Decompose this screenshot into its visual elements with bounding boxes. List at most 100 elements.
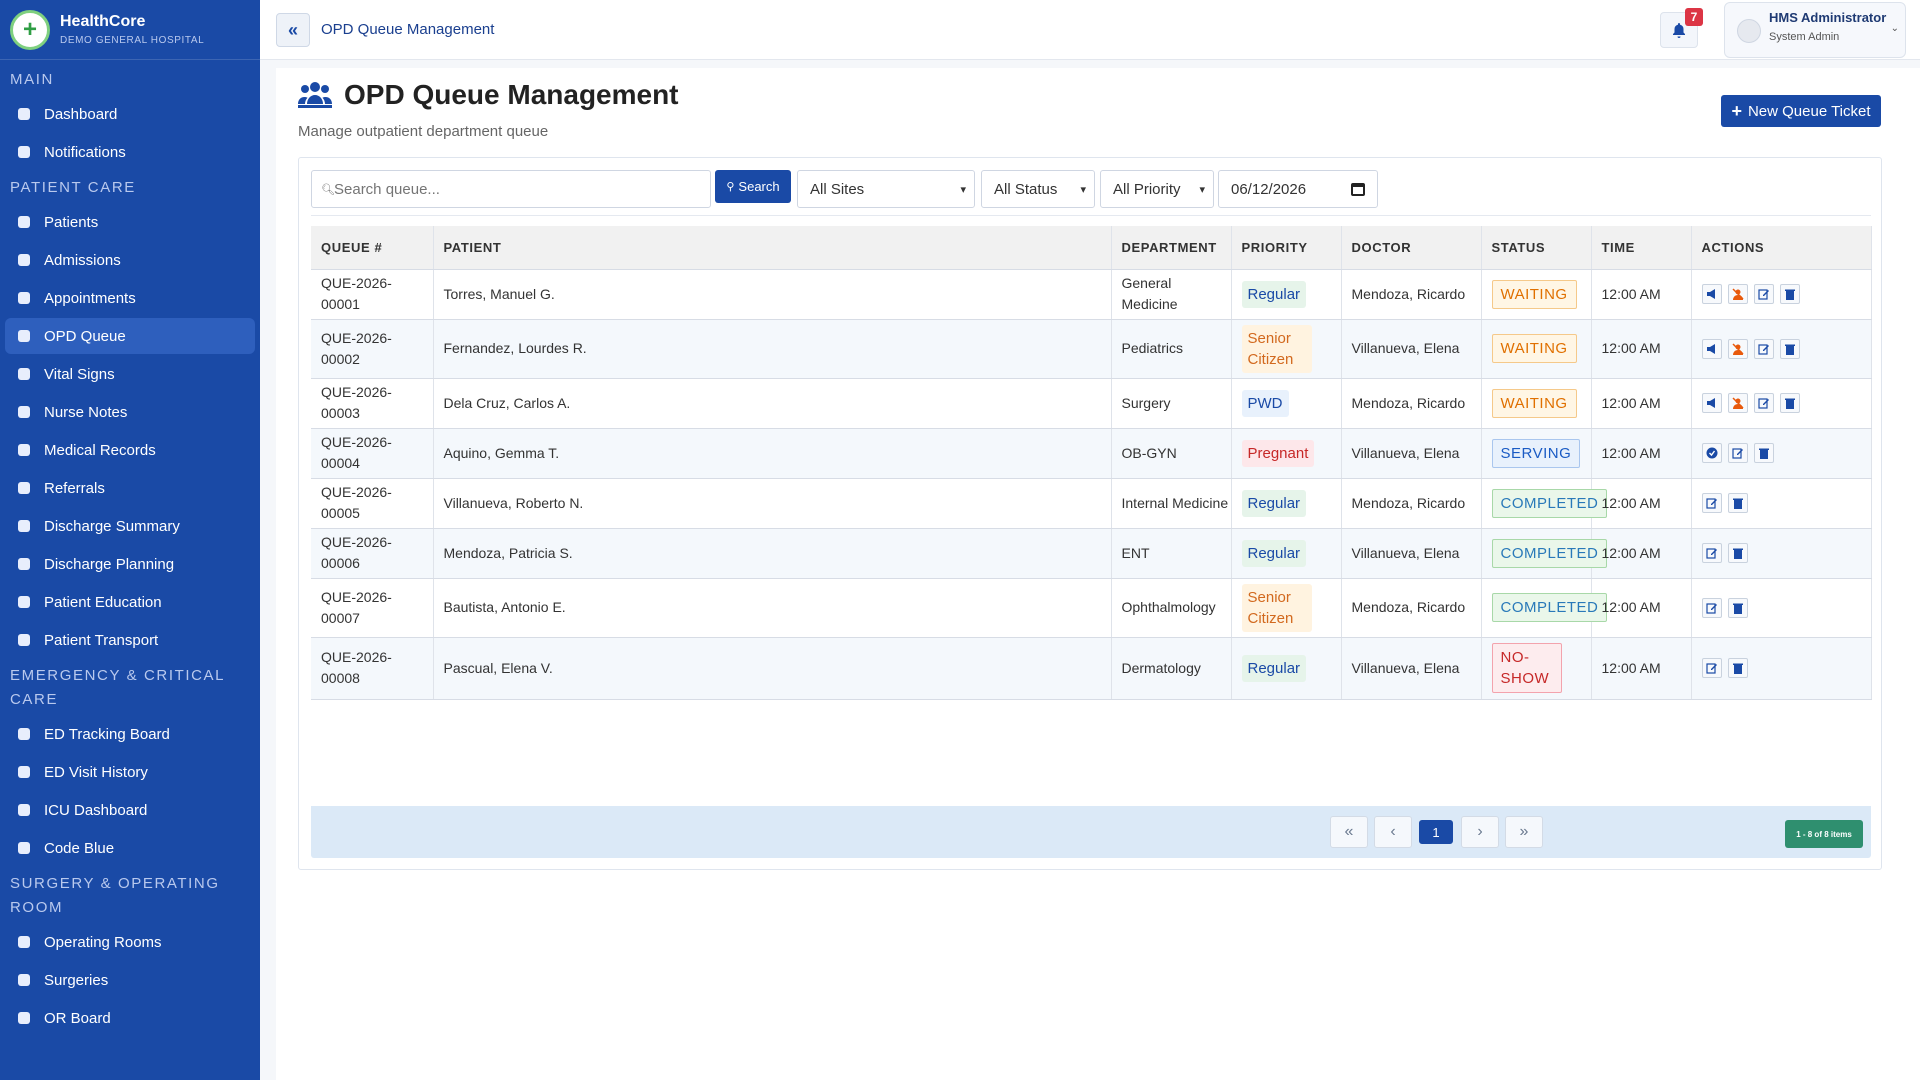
megaphone-icon	[1706, 343, 1715, 354]
sidebar-item-notifications[interactable]: Notifications	[5, 134, 255, 170]
patient-name-cell[interactable]: Aquino, Gemma T.	[433, 428, 1112, 479]
delete-button[interactable]	[1779, 284, 1800, 304]
sidebar-item-surgeries[interactable]: Surgeries	[5, 962, 255, 998]
delete-button[interactable]	[1727, 493, 1748, 513]
brand[interactable]: + HealthCore DEMO GENERAL HOSPITAL	[0, 0, 260, 60]
sidebar-item-referrals[interactable]: Referrals	[5, 470, 255, 506]
edit-button[interactable]	[1701, 658, 1722, 678]
patient-name-cell[interactable]: Mendoza, Patricia S.	[433, 528, 1112, 579]
column-header[interactable]: PATIENT	[433, 226, 1112, 270]
sidebar-item-vital-signs[interactable]: Vital Signs	[5, 356, 255, 392]
delete-button[interactable]	[1727, 543, 1748, 563]
column-header[interactable]: ACTIONS	[1691, 226, 1872, 270]
edit-button[interactable]	[1753, 393, 1774, 413]
sidebar-item-or-board[interactable]: OR Board	[5, 1000, 255, 1036]
current-page-button[interactable]: 1	[1419, 820, 1453, 844]
status-select[interactable]: All Status ▾	[981, 170, 1095, 208]
delete-button[interactable]	[1779, 338, 1800, 359]
edit-button[interactable]	[1701, 597, 1722, 618]
actions-cell	[1691, 428, 1872, 479]
column-header[interactable]: PRIORITY	[1231, 226, 1342, 270]
sidebar-item-label: Referrals	[44, 479, 105, 497]
status-badge: COMPLETED	[1491, 538, 1608, 568]
edit-button[interactable]	[1701, 493, 1722, 513]
edit-button[interactable]	[1701, 543, 1722, 563]
status-badge: COMPLETED	[1491, 488, 1608, 518]
edit-button[interactable]	[1753, 338, 1774, 359]
row-actions	[1701, 597, 1871, 618]
sidebar-item-nurse-notes[interactable]: Nurse Notes	[5, 394, 255, 430]
delete-button[interactable]	[1727, 658, 1748, 678]
patient-name-cell[interactable]: Pascual, Elena V.	[433, 637, 1112, 700]
last-page-button[interactable]: »	[1505, 816, 1543, 848]
patient-name-cell[interactable]: Dela Cruz, Carlos A.	[433, 378, 1112, 429]
sidebar-item-patient-education[interactable]: Patient Education	[5, 584, 255, 620]
sidebar-item-ed-visit-history[interactable]: ED Visit History	[5, 754, 255, 790]
mark-no-show-button[interactable]	[1727, 284, 1748, 304]
prev-page-button[interactable]: ‹	[1374, 816, 1412, 848]
sidebar-item-opd-queue[interactable]: OPD Queue	[5, 318, 255, 354]
sidebar-item-operating-rooms[interactable]: Operating Rooms	[5, 924, 255, 960]
search-field[interactable]: 🔍︎	[311, 170, 711, 208]
sidebar-item-patient-transport[interactable]: Patient Transport	[5, 622, 255, 658]
queue-table: QUEUE # PATIENT DEPARTMENT PRIORITY DOCTOR ST…	[311, 226, 1872, 700]
column-header[interactable]: DEPARTMENT	[1111, 226, 1232, 270]
site-select[interactable]: All Sites ▾	[797, 170, 975, 208]
search-button[interactable]: ⚲ Search	[715, 170, 791, 203]
first-page-button[interactable]: «	[1330, 816, 1368, 848]
table-row[interactable]: QUE-2026-00003 Dela Cruz, Carlos A. Surger…	[311, 378, 1872, 429]
complete-button[interactable]	[1701, 443, 1722, 463]
column-header[interactable]: DOCTOR	[1341, 226, 1482, 270]
patient-name-cell[interactable]: Torres, Manuel G.	[433, 269, 1112, 320]
trash-icon	[1784, 398, 1795, 409]
priority-select[interactable]: All Priority ▾	[1100, 170, 1214, 208]
edit-button[interactable]	[1753, 284, 1774, 304]
search-input[interactable]	[334, 179, 694, 199]
delete-button[interactable]	[1727, 597, 1748, 618]
edit-button[interactable]	[1727, 443, 1748, 463]
sidebar-item-patients[interactable]: Patients	[5, 204, 255, 240]
column-header[interactable]: STATUS	[1481, 226, 1592, 270]
call-patient-button[interactable]	[1701, 393, 1722, 413]
sidebar-item-label: Discharge Planning	[44, 555, 175, 573]
call-patient-button[interactable]	[1701, 338, 1722, 359]
table-row[interactable]: QUE-2026-00007 Bautista, Antonio E. Ophtha…	[311, 578, 1872, 638]
date-input[interactable]: 06/12/2026	[1218, 170, 1378, 208]
column-header[interactable]: TIME	[1591, 226, 1692, 270]
next-page-button[interactable]: ›	[1461, 816, 1499, 848]
sidebar-item-discharge-planning[interactable]: Discharge Planning	[5, 546, 255, 582]
pagination-bar: « ‹ 1 › » 1 - 8 of 8 items	[311, 806, 1871, 858]
sidebar-item-code-blue[interactable]: Code Blue	[5, 830, 255, 866]
sidebar-item-discharge-summary[interactable]: Discharge Summary	[5, 508, 255, 544]
table-row[interactable]: QUE-2026-00006 Mendoza, Patricia S. ENT Reg…	[311, 528, 1872, 579]
delete-button[interactable]	[1753, 443, 1774, 463]
table-row[interactable]: QUE-2026-00002 Fernandez, Lourdes R. Pedia…	[311, 319, 1872, 379]
sidebar-item-icu-dashboard[interactable]: ICU Dashboard	[5, 792, 255, 828]
department-cell: Pediatrics	[1111, 319, 1232, 379]
user-menu[interactable]: HMS Administrator System Admin ⌄	[1724, 2, 1906, 58]
brand-subtitle: DEMO GENERAL HOSPITAL	[60, 35, 205, 46]
patient-name-cell[interactable]: Fernandez, Lourdes R.	[433, 319, 1112, 379]
table-row[interactable]: QUE-2026-00001 Torres, Manuel G. General M…	[311, 269, 1872, 320]
mark-no-show-button[interactable]	[1727, 393, 1748, 413]
new-queue-ticket-button[interactable]: + New Queue Ticket	[1721, 95, 1881, 127]
delete-button[interactable]	[1779, 393, 1800, 413]
sidebar-item-dashboard[interactable]: Dashboard	[5, 96, 255, 132]
priority-badge: Pregnant	[1241, 439, 1315, 467]
table-row[interactable]: QUE-2026-00008 Pascual, Elena V. Dermatolo…	[311, 637, 1872, 700]
patient-name-cell[interactable]: Bautista, Antonio E.	[433, 578, 1112, 638]
mark-no-show-button[interactable]	[1727, 338, 1748, 359]
table-row[interactable]: QUE-2026-00004 Aquino, Gemma T. OB-GYN Preg…	[311, 428, 1872, 479]
collapse-sidebar-button[interactable]: «	[276, 13, 310, 47]
search-icon: 🔍︎	[321, 184, 335, 196]
column-header[interactable]: QUEUE #	[311, 226, 434, 270]
sidebar-item-appointments[interactable]: Appointments	[5, 280, 255, 316]
table-row[interactable]: QUE-2026-00005 Villanueva, Roberto N. Inte…	[311, 478, 1872, 529]
sidebar-item-medical-records[interactable]: Medical Records	[5, 432, 255, 468]
call-patient-button[interactable]	[1701, 284, 1722, 304]
sidebar-item-ed-tracking-board[interactable]: ED Tracking Board	[5, 716, 255, 752]
status-cell: NO-SHOW	[1481, 637, 1592, 700]
search-button-label: Search	[738, 179, 780, 194]
patient-name-cell[interactable]: Villanueva, Roberto N.	[433, 478, 1112, 529]
sidebar-item-admissions[interactable]: Admissions	[5, 242, 255, 278]
